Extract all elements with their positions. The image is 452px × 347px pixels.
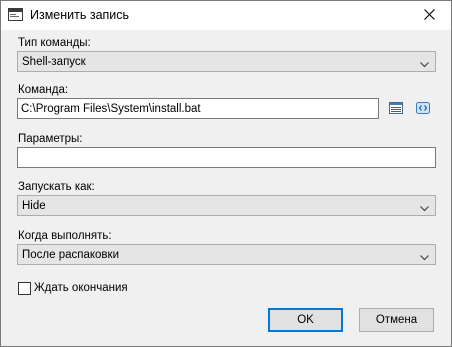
parameters-input[interactable]	[18, 148, 435, 167]
browse-file-icon[interactable]	[388, 100, 404, 116]
parameters-field[interactable]	[17, 147, 436, 168]
ok-button-label: OK	[297, 314, 314, 326]
variables-icon[interactable]	[415, 100, 431, 116]
command-label: Команда:	[18, 84, 69, 96]
wait-checkbox-label[interactable]: Ждать окончания	[34, 281, 128, 295]
when-select[interactable]: После распаковки	[17, 244, 436, 265]
dialog-window: Изменить запись Тип команды: Shell-запус…	[0, 0, 452, 347]
run-as-select[interactable]: Hide	[17, 195, 436, 216]
command-field[interactable]	[17, 98, 379, 119]
ok-button[interactable]: OK	[268, 308, 343, 332]
chevron-down-icon	[420, 203, 429, 212]
cancel-button-label: Отмена	[375, 314, 418, 326]
close-button[interactable]	[407, 1, 451, 30]
chevron-down-icon	[420, 59, 429, 68]
run-as-label: Запускать как:	[18, 181, 95, 193]
window-title: Изменить запись	[30, 8, 130, 22]
title-bar[interactable]: Изменить запись	[1, 1, 451, 30]
window-icon	[8, 8, 23, 21]
command-input[interactable]	[18, 99, 378, 118]
cancel-button[interactable]: Отмена	[359, 308, 434, 332]
run-as-value: Hide	[22, 200, 46, 212]
when-label: Когда выполнять:	[18, 230, 112, 242]
when-value: После распаковки	[22, 249, 119, 261]
command-type-value: Shell-запуск	[22, 56, 86, 68]
command-type-select[interactable]: Shell-запуск	[17, 51, 436, 72]
chevron-down-icon	[420, 252, 429, 261]
parameters-label: Параметры:	[18, 133, 83, 145]
command-type-label: Тип команды:	[18, 37, 91, 49]
close-icon	[423, 8, 435, 23]
wait-checkbox[interactable]	[18, 282, 31, 295]
